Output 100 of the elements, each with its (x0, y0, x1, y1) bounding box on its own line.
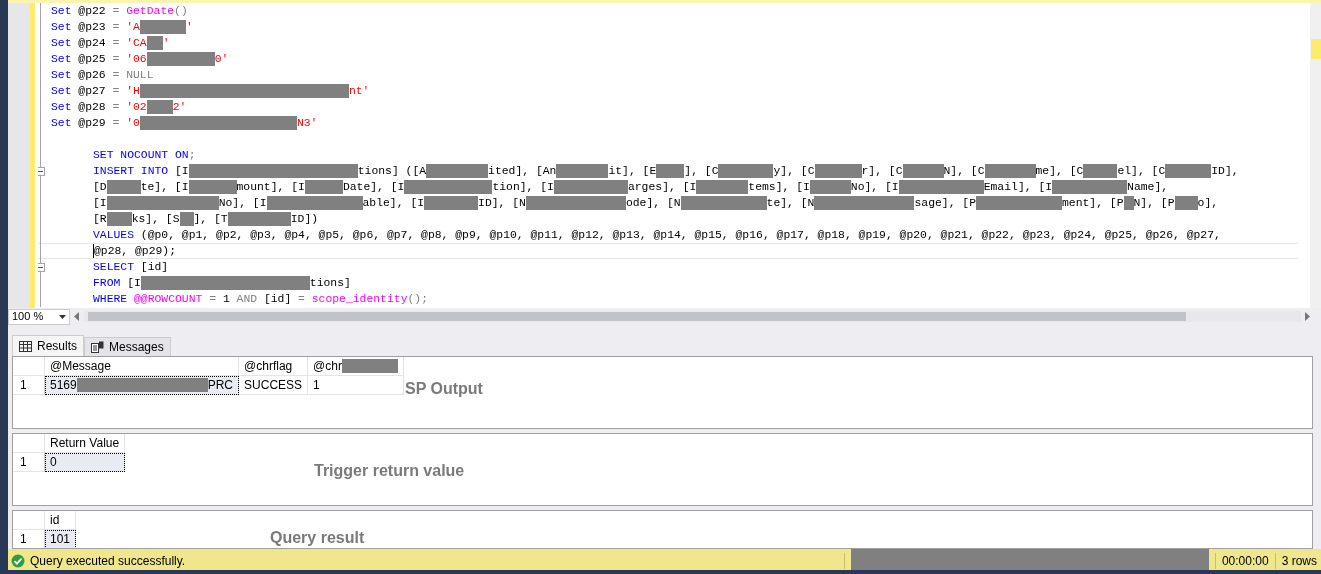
document-icon (91, 341, 104, 353)
success-icon (11, 553, 25, 568)
code-text: VALUES (@p0, @p1, @p2, @p3, @p4, @p5, @p6, @p7, @p8, @p9, @p10, @p11, @p12, @p13, @p14, @p15, @p16, @p17, @p18, @p19, @p20, @p21, @p22, @p23, @p24, @p25, @p26, @p27, (93, 228, 1221, 243)
code-text: ], [T (193, 212, 228, 227)
code-text: r], [C (861, 164, 903, 179)
code-text: ' (185, 20, 193, 35)
redaction-bar (179, 212, 194, 226)
redaction-bar (696, 180, 749, 194)
status-message: Query executed successfully. (30, 552, 186, 570)
code-text: Date], [I (342, 180, 405, 195)
code-text: N], [P (1133, 196, 1175, 211)
redaction-bar (902, 164, 944, 178)
code-text: ited], [An (488, 164, 557, 179)
results-tab[interactable]: Messages (84, 337, 171, 356)
redaction-bar (426, 164, 489, 178)
column-header[interactable]: @chr (308, 357, 404, 376)
grid-corner (13, 434, 45, 453)
redaction-bar (656, 164, 685, 178)
code-text: [R (93, 212, 107, 227)
code-text: ID]) (290, 212, 319, 227)
code-text: tems], [I (748, 180, 810, 195)
code-text: ID], [N (478, 196, 526, 211)
code-text: tions] ([A (357, 164, 427, 179)
code-text: arges], [I (627, 180, 697, 195)
code-text: 2' (172, 100, 187, 115)
redaction-bar (1165, 164, 1212, 178)
redaction-bar (718, 164, 774, 178)
table-cell[interactable]: 1 (308, 376, 404, 395)
code-text: tion], [I (492, 180, 554, 195)
code-text: y], [C (773, 164, 815, 179)
code-text: te], [I (140, 180, 189, 195)
annotation-label: SP Output (405, 379, 483, 399)
redaction-bar (556, 164, 609, 178)
column-header[interactable]: @chrflag (239, 357, 309, 376)
code-text: able], [I (362, 196, 425, 211)
code-text: mount], [I (236, 180, 305, 195)
annotation-label: Trigger return value (314, 461, 465, 481)
code-text: No], [I (850, 180, 899, 195)
code-text: sage], [P (914, 196, 976, 211)
cell-text: PRC (207, 377, 234, 394)
code-text: ], [C (684, 164, 719, 179)
table-cell[interactable]: 5169 PRC (45, 376, 240, 395)
code-text: ks], [S (131, 212, 180, 227)
code-text: ment], [P (1062, 196, 1124, 211)
redaction-bar (424, 196, 479, 210)
code-text: el], [C (1117, 164, 1166, 179)
code-text: Set @p28 = '02 (51, 100, 147, 115)
redaction-bar (188, 180, 237, 194)
redaction-bar (1083, 164, 1118, 178)
code-text: Set @p29 = '0 (51, 116, 140, 131)
grid-icon (19, 340, 32, 352)
redaction-bar (984, 164, 1036, 178)
collapse-icon[interactable] (38, 166, 45, 176)
redaction-bar (146, 100, 173, 114)
zoom-dropdown[interactable]: 100 % (8, 308, 70, 325)
table-cell[interactable]: 0 (45, 453, 126, 472)
code-text: Email], [I (983, 180, 1053, 195)
code-text: it], [E (608, 164, 657, 179)
results-tab[interactable]: Results (12, 335, 84, 356)
code-text: @p28, @p29); (94, 244, 177, 259)
scroll-left-icon[interactable] (74, 312, 80, 321)
redaction-bar (1174, 196, 1198, 210)
code-text: N3' (296, 116, 318, 131)
elapsed-time: 00:00:00 (1221, 552, 1269, 570)
redaction-bar (1123, 196, 1134, 210)
code-text: [I (93, 196, 107, 211)
horizontal-scrollbar[interactable] (84, 311, 1301, 322)
redaction-bar (146, 36, 163, 50)
redaction-bar (227, 212, 291, 226)
code-text: N], [C (943, 164, 985, 179)
code-text: [D (93, 180, 107, 195)
code-text: Set @p23 = 'A (51, 20, 140, 35)
code-text: FROM [I (93, 276, 141, 291)
code-text: SET NOCOUNT ON; (93, 148, 196, 163)
scroll-right-icon[interactable] (1305, 312, 1311, 321)
code-text: Set @p27 = 'H (51, 84, 140, 99)
code-text: Set @p26 = NULL (51, 68, 154, 83)
code-text: tions] (309, 276, 351, 291)
code-text: No], [I (218, 196, 267, 211)
code-text: Set @p25 = '06 (51, 52, 147, 67)
table-cell[interactable]: 101 (45, 530, 77, 548)
code-text: ode], [N (625, 196, 681, 211)
table-cell[interactable]: SUCCESS (239, 376, 309, 395)
code-text: o], (1197, 196, 1219, 211)
code-text: Set @p24 = 'CA (51, 36, 147, 51)
cell-text: 5169 (50, 377, 77, 394)
redaction-bar (146, 52, 215, 66)
redaction-bar (809, 180, 851, 194)
row-count: 3 rows (1281, 552, 1317, 570)
header-text: @chr (313, 358, 342, 375)
code-text: ' (162, 36, 170, 51)
vertical-scrollbar[interactable] (1310, 3, 1321, 308)
collapse-icon[interactable] (38, 262, 45, 272)
redaction-bar (341, 359, 398, 373)
code-text: me], [C (1035, 164, 1084, 179)
redaction-bar (304, 180, 343, 194)
code-text: nt' (348, 84, 370, 99)
code-text: SELECT [id] (93, 260, 169, 275)
code-text: Name], (1127, 180, 1169, 195)
annotation-label: Query result (270, 528, 365, 548)
